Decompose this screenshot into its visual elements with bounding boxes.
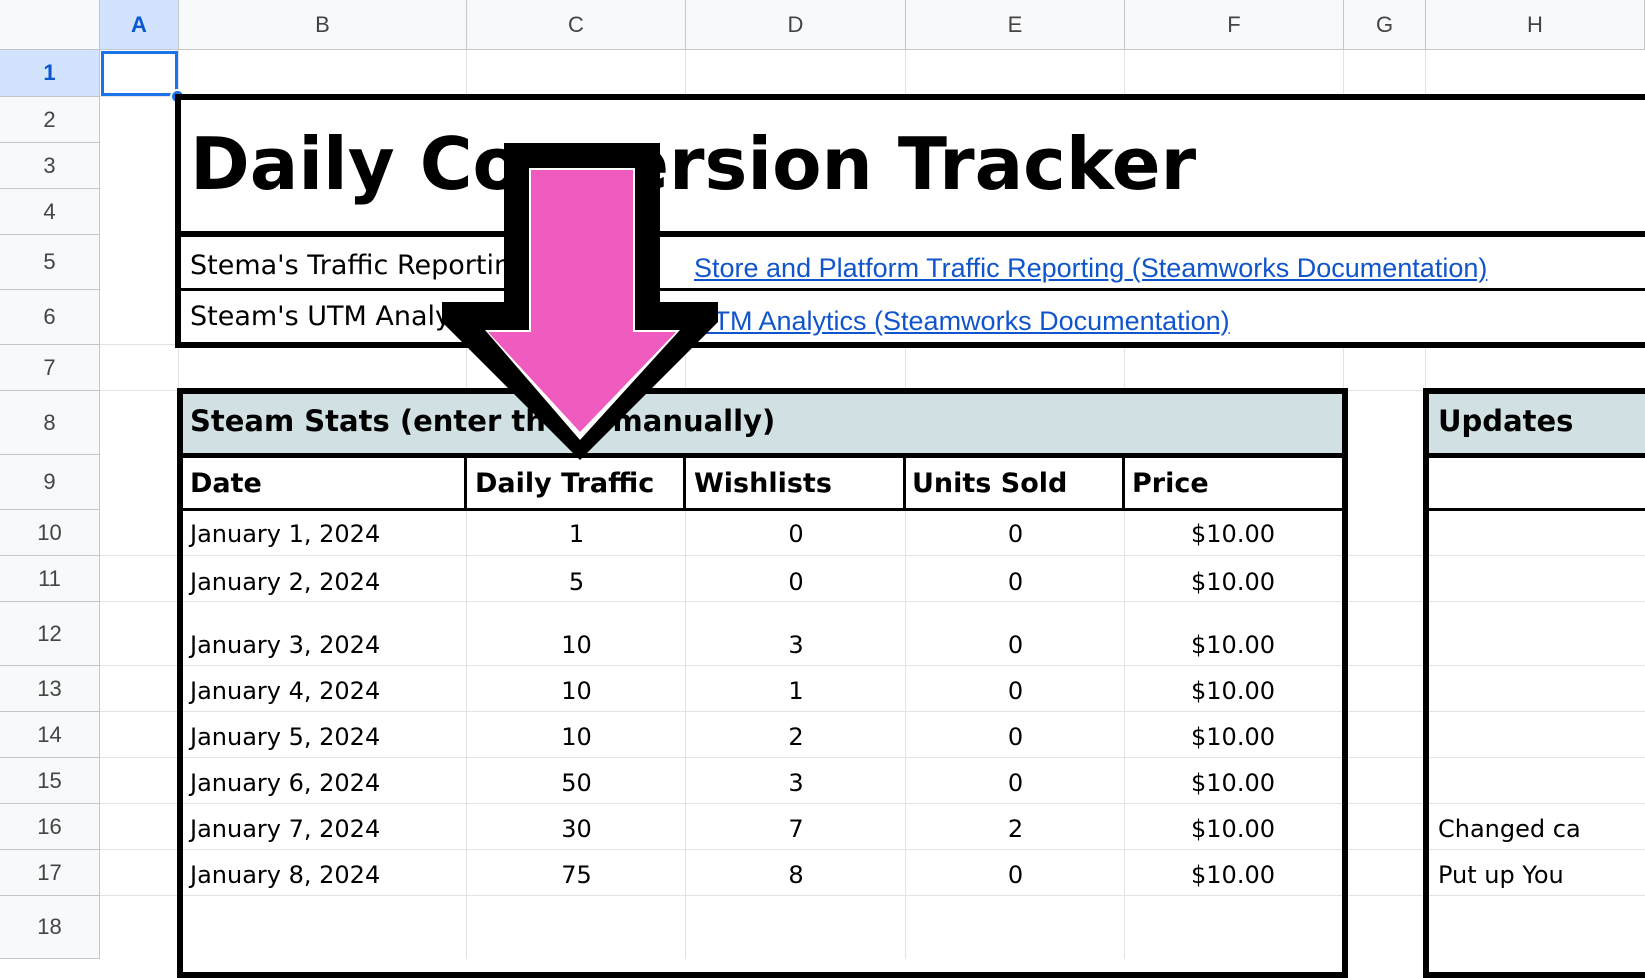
down-arrow-icon — [442, 143, 718, 460]
